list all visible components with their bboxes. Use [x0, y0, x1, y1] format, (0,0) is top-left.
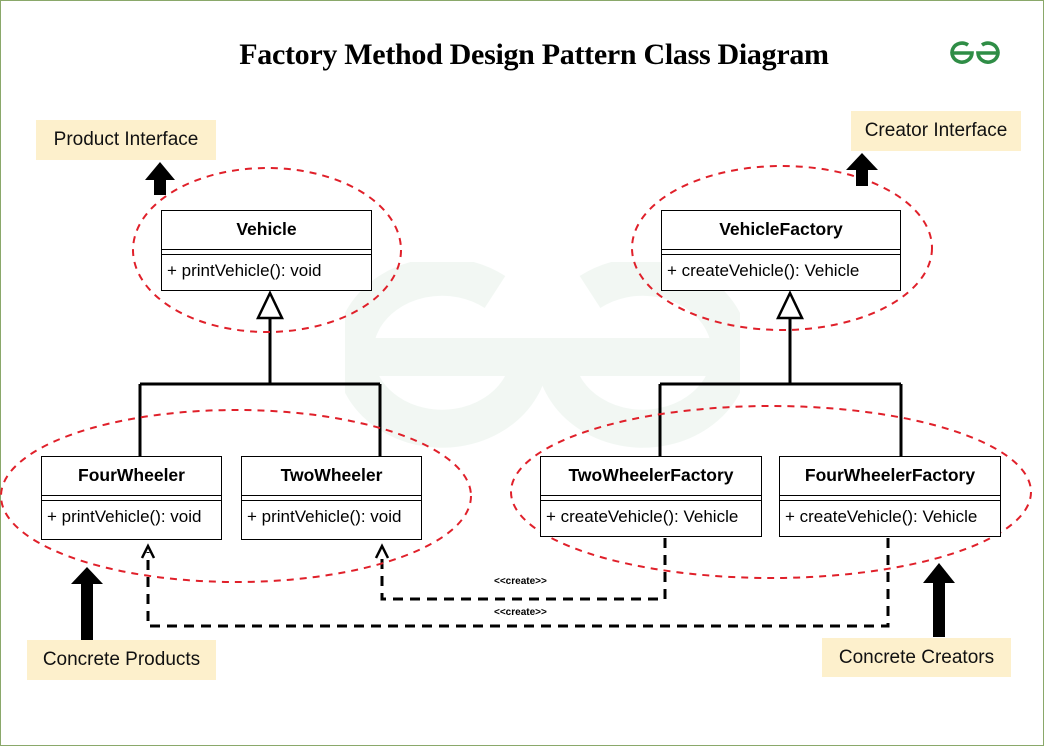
note-product-interface: Product Interface: [36, 120, 216, 160]
inheritance-line-products: [138, 318, 382, 458]
class-operation: + createVehicle(): Vehicle: [546, 507, 739, 526]
note-concrete-products: Concrete Products: [27, 640, 216, 680]
note-creator-interface: Creator Interface: [851, 111, 1021, 151]
pointer-arrow-product-interface: [145, 162, 175, 195]
create-label-lower: <<create>>: [494, 607, 547, 618]
class-operation: + createVehicle(): Vehicle: [667, 261, 860, 280]
class-name: FourWheelerFactory: [780, 457, 1000, 496]
class-operation: + printVehicle(): void: [47, 507, 202, 526]
class-name: Vehicle: [162, 211, 371, 250]
pointer-arrow-concrete-products: [71, 567, 103, 640]
inheritance-line-creators: [658, 318, 903, 458]
class-twowheelerfactory: TwoWheelerFactory + createVehicle(): Veh…: [540, 456, 762, 537]
class-vehiclefactory: VehicleFactory + createVehicle(): Vehicl…: [661, 210, 901, 291]
class-name: VehicleFactory: [662, 211, 900, 250]
inheritance-arrowhead-vehicle: [256, 290, 284, 320]
dependency-line-twowheeler: [380, 538, 667, 601]
dependency-arrowhead-twowheeler: [374, 543, 390, 559]
create-label-upper: <<create>>: [494, 576, 547, 587]
class-operation: + createVehicle(): Vehicle: [785, 507, 978, 526]
note-concrete-creators: Concrete Creators: [822, 638, 1011, 677]
class-name: TwoWheeler: [242, 457, 421, 496]
pointer-arrow-creator-interface: [846, 153, 878, 186]
class-name: FourWheeler: [42, 457, 221, 496]
class-twowheeler: TwoWheeler + printVehicle(): void: [241, 456, 422, 540]
class-operation: + printVehicle(): void: [247, 507, 402, 526]
class-fourwheeler: FourWheeler + printVehicle(): void: [41, 456, 222, 540]
inheritance-arrowhead-vehiclefactory: [776, 290, 804, 320]
pointer-arrow-concrete-creators: [923, 563, 955, 637]
class-vehicle: Vehicle + printVehicle(): void: [161, 210, 372, 291]
class-operation: + printVehicle(): void: [167, 261, 322, 280]
class-fourwheelerfactory: FourWheelerFactory + createVehicle(): Ve…: [779, 456, 1001, 537]
class-name: TwoWheelerFactory: [541, 457, 761, 496]
